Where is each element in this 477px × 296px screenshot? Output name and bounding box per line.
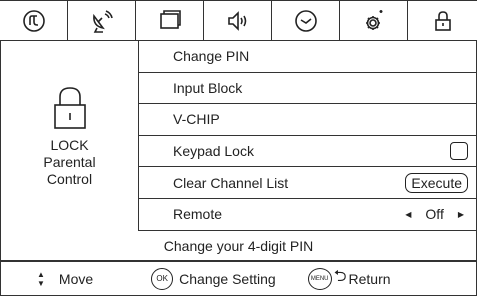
menu-item-remote[interactable]: Remote ◀ Off ▶ <box>139 199 476 231</box>
menu-item-input-block[interactable]: Input Block <box>139 73 476 105</box>
padlock-icon <box>53 86 86 129</box>
panel-subtitle-1: Parental <box>43 153 96 170</box>
up-down-arrows-icon: ▲ ▼ <box>37 269 45 288</box>
legend-move: ▲ ▼ Move <box>37 270 93 288</box>
ok-button-icon: OK <box>151 267 174 290</box>
menu-item-label: Change PIN <box>173 48 250 65</box>
tab-picture[interactable] <box>0 1 68 40</box>
remote-value: Off <box>425 206 444 223</box>
legend-return-label: Return <box>348 270 391 287</box>
help-text: Change your 4-digit PIN <box>0 231 477 261</box>
execute-button[interactable]: Execute <box>405 172 468 193</box>
keypad-lock-checkbox[interactable] <box>450 142 468 161</box>
clock-icon <box>294 9 317 32</box>
menu-item-label: Clear Channel List <box>173 174 289 191</box>
tab-lock[interactable] <box>408 1 477 40</box>
menu-item-vchip[interactable]: V-CHIP <box>139 104 476 136</box>
picture-icon <box>22 9 45 32</box>
panel-title: LOCK <box>50 136 89 153</box>
satellite-dish-icon <box>92 9 113 33</box>
tab-channel[interactable] <box>68 1 136 40</box>
menu-item-label: Remote <box>173 206 223 223</box>
tab-setup[interactable] <box>340 1 408 40</box>
menu-item-label: V-CHIP <box>173 111 220 128</box>
tab-screen[interactable] <box>136 1 204 40</box>
lock-info-panel: LOCK Parental Control <box>0 41 139 231</box>
menu-button-icon: MENU <box>307 267 332 290</box>
settings-gear-icon <box>365 9 382 30</box>
legend-move-label: Move <box>58 270 94 287</box>
screen-icon <box>159 9 181 29</box>
button-legend: ▲ ▼ Move OK Change Setting MENU ⮌ Return <box>0 261 477 296</box>
menu-item-label: Input Block <box>173 79 243 96</box>
panel-subtitle-2: Control <box>46 170 93 187</box>
lock-menu-list: Change PIN Input Block V-CHIP Keypad Loc… <box>139 41 477 231</box>
menu-item-label: Keypad Lock <box>173 143 254 160</box>
tab-time[interactable] <box>272 1 340 40</box>
menu-item-keypad-lock[interactable]: Keypad Lock <box>139 136 476 168</box>
legend-change-setting: OK Change Setting <box>151 267 276 290</box>
menu-tab-bar <box>0 0 477 41</box>
menu-item-change-pin[interactable]: Change PIN <box>139 41 476 73</box>
remote-selector[interactable]: ◀ Off ▶ <box>405 206 468 222</box>
return-arrow-icon: ⮌ <box>333 268 347 285</box>
legend-return: MENU ⮌ Return <box>307 265 391 292</box>
menu-item-clear-channel-list[interactable]: Clear Channel List Execute <box>139 167 476 199</box>
tab-sound[interactable] <box>204 1 272 40</box>
left-arrow-icon[interactable]: ◀ <box>405 210 411 219</box>
right-arrow-icon[interactable]: ▶ <box>458 210 464 219</box>
lock-icon <box>434 10 451 31</box>
legend-change-setting-label: Change Setting <box>179 270 276 287</box>
speaker-icon <box>227 10 246 31</box>
